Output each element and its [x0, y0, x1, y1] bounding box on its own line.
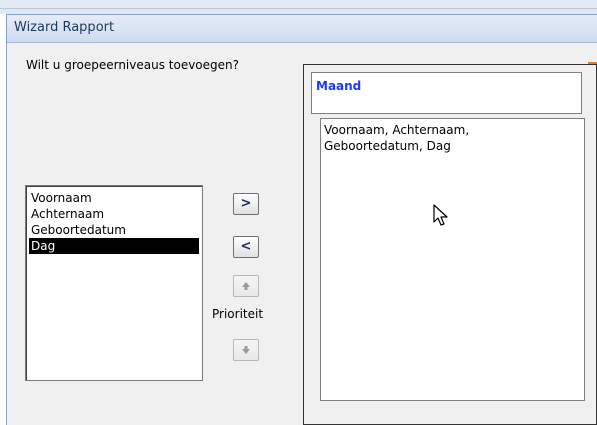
detail-fields-text: Voornaam, Achternaam, Geboortedatum, Dag: [324, 122, 554, 154]
add-grouping-button[interactable]: >: [233, 193, 259, 215]
priority-up-button[interactable]: [233, 275, 259, 297]
background-toolbar: [0, 0, 597, 9]
grouping-prompt: Wilt u groepeerniveaus toevoegen?: [26, 58, 240, 72]
dialog-titlebar[interactable]: Wizard Rapport: [7, 15, 597, 43]
background-window-strip: [0, 0, 597, 14]
detail-fields-box: Voornaam, Achternaam, Geboortedatum, Dag: [320, 118, 585, 401]
detail-line-2: Geboortedatum, Dag: [324, 139, 451, 153]
available-fields-list[interactable]: Voornaam Achternaam Geboortedatum Dag: [25, 185, 203, 381]
arrow-down-icon: [242, 346, 250, 354]
list-item-achternaam[interactable]: Achternaam: [29, 206, 199, 222]
list-item-voornaam[interactable]: Voornaam: [29, 190, 199, 206]
group-level-label: Maand: [316, 79, 362, 93]
priority-label: Prioriteit: [212, 307, 264, 321]
remove-grouping-button[interactable]: <: [233, 236, 259, 258]
arrow-up-icon: [242, 282, 250, 290]
group-level-box: Maand: [311, 72, 582, 114]
list-item-dag[interactable]: Dag: [29, 238, 199, 254]
priority-down-button[interactable]: [233, 339, 259, 361]
list-item-geboortedatum[interactable]: Geboortedatum: [29, 222, 199, 238]
mouse-pointer-icon: [433, 204, 448, 226]
dialog-title: Wizard Rapport: [14, 20, 115, 35]
detail-line-1: Voornaam, Achternaam,: [324, 123, 470, 137]
